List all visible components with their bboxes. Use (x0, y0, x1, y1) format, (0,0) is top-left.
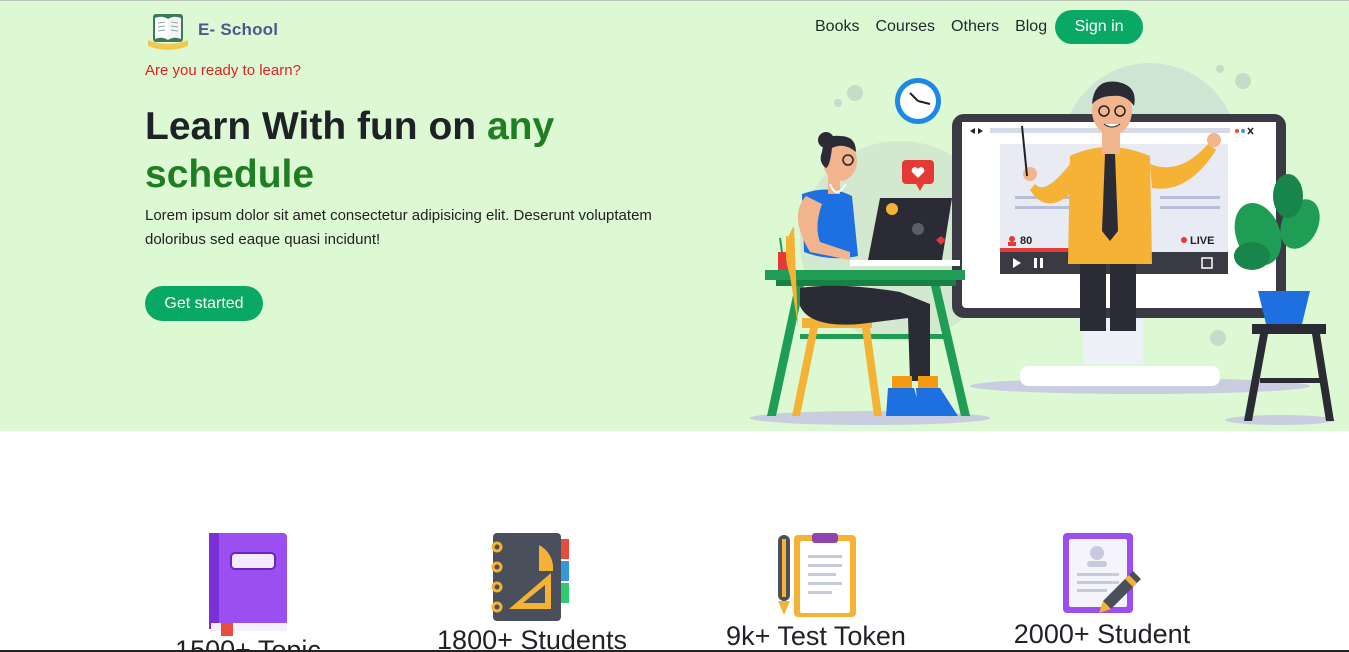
stats-section: 1500+ Topic 1800+ Students 9k+ Test Toke… (0, 431, 1349, 652)
get-started-button[interactable]: Get started (145, 286, 263, 321)
nav-link-blog[interactable]: Blog (1015, 10, 1047, 44)
certificate-pen-icon (1063, 533, 1141, 613)
bg-dot (1216, 65, 1224, 73)
stat-students: 1800+ Students (402, 531, 662, 652)
bg-dot (847, 85, 863, 101)
notebook-ruler-icon (491, 533, 569, 621)
hero-headline: Learn With fun on any schedule (145, 103, 685, 199)
nav-link-courses[interactable]: Courses (875, 10, 935, 44)
brand-name: E- School (198, 20, 279, 39)
floor-shadow (1225, 415, 1335, 425)
hero-tagline: Are you ready to learn? (145, 62, 301, 79)
nav-link-books[interactable]: Books (815, 10, 859, 44)
purple-book-icon (209, 533, 287, 636)
stat-student-certificates: 2000+ Student (972, 531, 1232, 649)
sign-in-button[interactable]: Sign in (1055, 10, 1144, 44)
open-book-icon (148, 14, 188, 50)
viewer-count: 80 (1020, 235, 1032, 247)
stat-topics: 1500+ Topic (118, 531, 378, 652)
headline-main: Learn With fun on (145, 105, 487, 148)
stat-label-student-certificates: 2000+ Student (1013, 619, 1191, 649)
bg-dot (1235, 73, 1251, 89)
stat-label-test-tokens: 9k+ Test Token (726, 621, 906, 651)
hero-description: Lorem ipsum dolor sit amet consectetur a… (145, 207, 652, 248)
bg-dot (1210, 330, 1226, 346)
clipboard-pen-icon (778, 533, 856, 617)
clock-icon (895, 78, 941, 124)
online-class-illustration: 80 LIVE (750, 63, 1335, 425)
main-nav: Books Courses Others Blog Sign in (815, 10, 1144, 44)
live-badge: LIVE (1190, 235, 1214, 247)
stat-test-tokens: 9k+ Test Token (686, 531, 946, 651)
bg-dot (834, 99, 842, 107)
hero-section: E- School Books Courses Others Blog Sign… (0, 1, 1349, 431)
brand[interactable]: E- School (145, 10, 278, 50)
stat-label-students: 1800+ Students (437, 625, 627, 652)
nav-link-others[interactable]: Others (951, 10, 999, 44)
